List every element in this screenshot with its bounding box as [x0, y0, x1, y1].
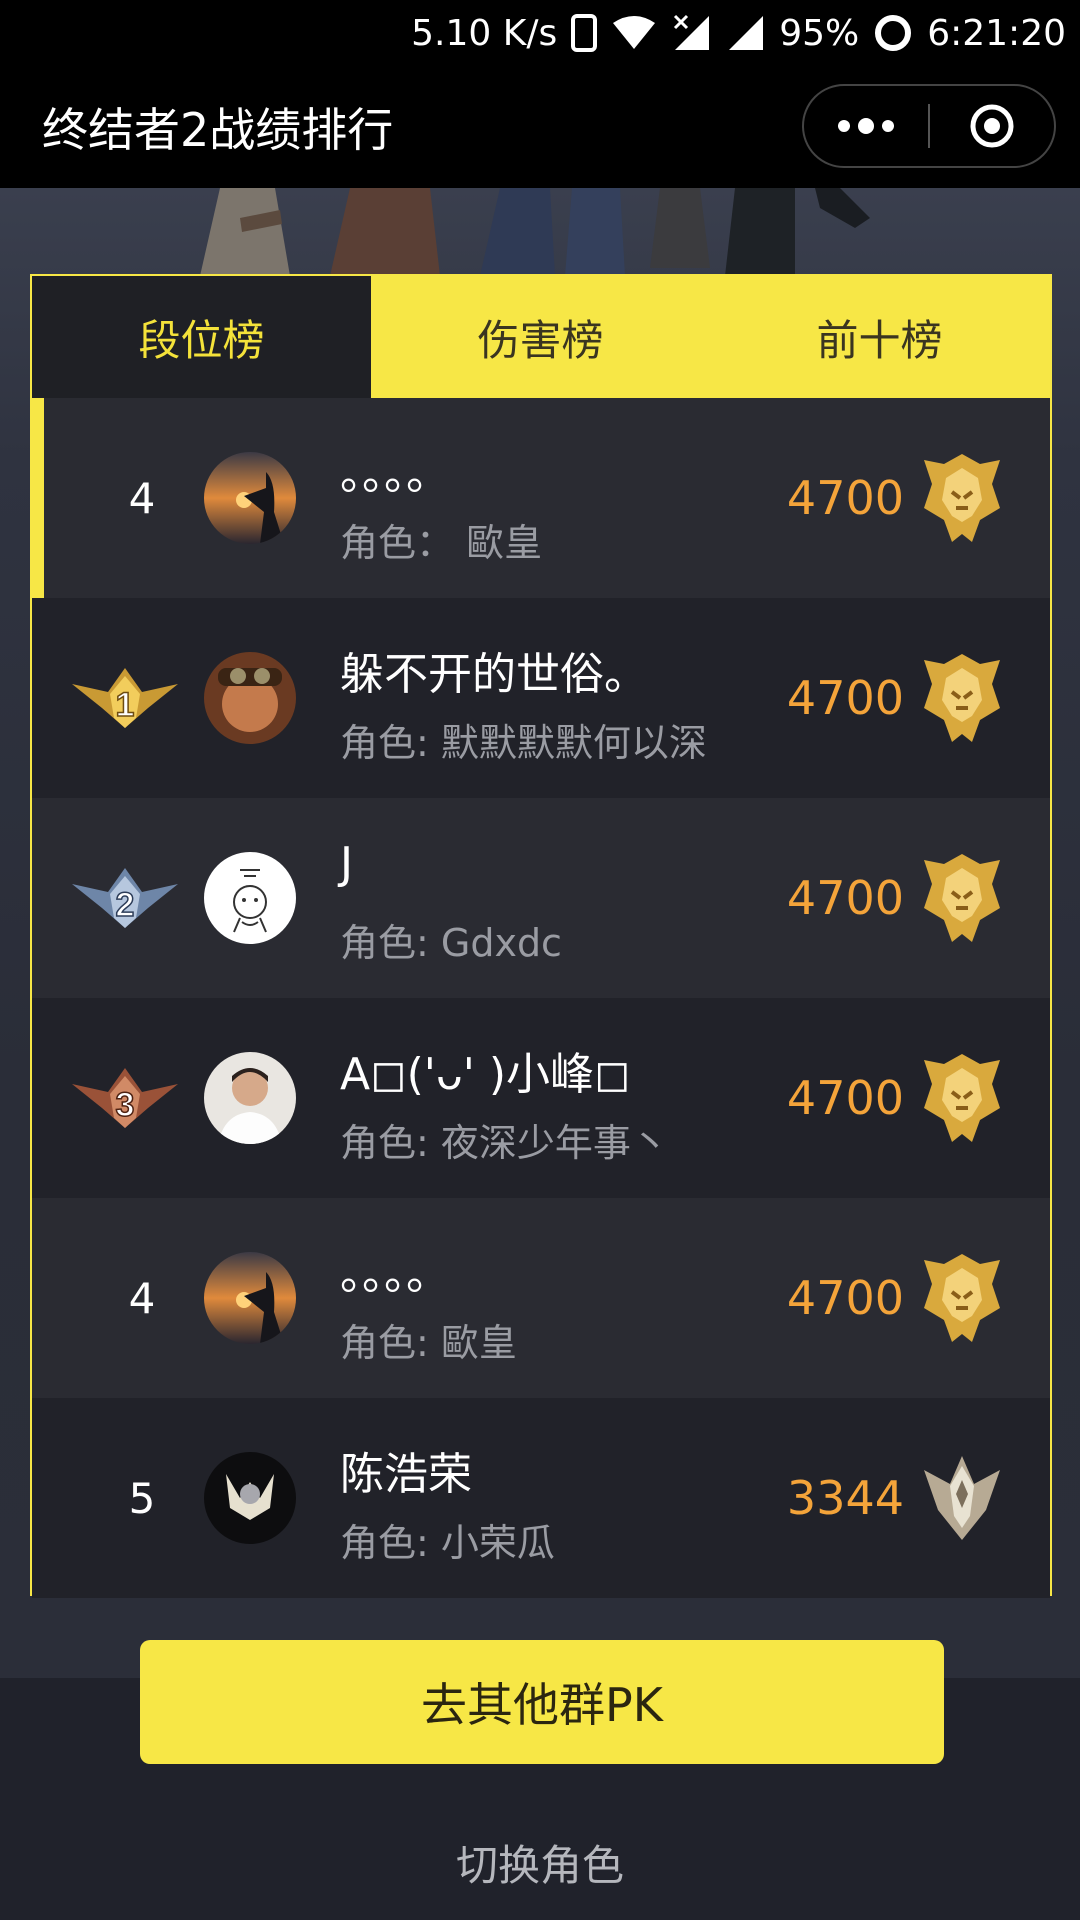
rank-number: 5 [128, 1473, 156, 1523]
player-name: 。。。。 [340, 1249, 450, 1300]
player-name: J [340, 838, 353, 889]
leaderboard-row-self[interactable]: 4 。。。。 角色： 歐皇 4700 [32, 398, 1050, 598]
player-role: 角色: 歐皇 [340, 1321, 517, 1365]
silver-wing-badge-icon [924, 1456, 1000, 1540]
rank-score: 4700 [786, 871, 904, 925]
silver-medal-icon: 2 [72, 868, 178, 928]
player-name: 陈浩荣 [340, 1449, 472, 1500]
pk-other-group-button[interactable]: 去其他群PK [140, 1640, 944, 1764]
battery-percent: 95% [779, 12, 860, 54]
mini-program-capsule [802, 84, 1056, 168]
player-role: 角色: Gdxdc [340, 921, 562, 965]
app-header: 终结者2战绩排行 [0, 66, 1080, 188]
leaderboard-list: 4 。。。。 角色： 歐皇 4700 1 躲不开的世俗。 角色: 默默默默何以深… [32, 398, 1050, 1598]
rank-score: 4700 [786, 1271, 904, 1325]
more-dots-icon[interactable] [804, 86, 928, 166]
signal-off-icon [671, 13, 711, 53]
clock: 6:21:20 [927, 12, 1066, 54]
gold-lion-badge-icon [924, 654, 1000, 742]
rank-score: 4700 [786, 671, 904, 725]
player-name: 躲不开的世俗。 [340, 649, 648, 700]
leaderboard-row[interactable]: 2 J 角色: Gdxdc 4700 [32, 798, 1050, 998]
tab-rank[interactable]: 段位榜 [32, 276, 371, 398]
target-icon[interactable] [930, 86, 1054, 166]
svg-text:2: 2 [116, 886, 135, 924]
signal-icon [725, 13, 765, 53]
leaderboard-card: 段位榜 伤害榜 前十榜 4 。。。。 角色： 歐皇 4700 1 躲不开的世俗。… [30, 274, 1052, 1598]
page-title: 终结者2战绩排行 [42, 103, 394, 157]
gold-lion-badge-icon [924, 854, 1000, 942]
rank-number: 4 [128, 1273, 156, 1323]
player-role: 角色: 默默默默何以深 [340, 721, 707, 765]
svg-text:3: 3 [116, 1086, 135, 1124]
bronze-medal-icon: 3 [72, 1068, 178, 1128]
gold-lion-badge-icon [924, 1254, 1000, 1342]
player-name: 。。。。 [340, 449, 450, 500]
player-name: A◻('ᴗ' )小峰◻ [340, 1049, 631, 1100]
avatar [204, 852, 296, 944]
leaderboard-row[interactable]: 4 。。。。 角色: 歐皇 4700 [32, 1198, 1050, 1398]
tab-damage[interactable]: 伤害榜 [371, 276, 710, 398]
tab-top-ten[interactable]: 前十榜 [710, 276, 1049, 398]
rank-score: 3344 [786, 1471, 904, 1525]
avatar [204, 1252, 296, 1344]
wifi-icon [611, 13, 657, 53]
leaderboard-row[interactable]: 3 A◻('ᴗ' )小峰◻ 角色: 夜深少年事丶 4700 [32, 998, 1050, 1198]
rank-number: 4 [128, 473, 156, 523]
avatar [204, 452, 296, 544]
player-role: 角色: 夜深少年事丶 [340, 1121, 669, 1165]
gold-lion-badge-icon [924, 454, 1000, 542]
player-role: 角色: 小荣瓜 [340, 1521, 555, 1565]
rank-score: 4700 [786, 471, 904, 525]
hero-characters-image [200, 188, 870, 276]
player-role: 角色： 歐皇 [340, 521, 543, 565]
leaderboard-row[interactable]: 1 躲不开的世俗。 角色: 默默默默何以深 4700 [32, 598, 1050, 798]
battery-ring-icon [873, 13, 913, 53]
switch-role-link[interactable]: 切换角色 [0, 1832, 1080, 1892]
gold-medal-icon: 1 [72, 668, 178, 728]
avatar [204, 1052, 296, 1144]
network-speed: 5.10 K/s [411, 12, 558, 54]
gold-lion-badge-icon [924, 1054, 1000, 1142]
leaderboard-row[interactable]: 5 陈浩荣 角色: 小荣瓜 3344 [32, 1398, 1050, 1598]
avatar [204, 652, 296, 744]
svg-text:1: 1 [116, 686, 135, 724]
phone-icon [571, 13, 598, 53]
rank-score: 4700 [786, 1071, 904, 1125]
leaderboard-tabs: 段位榜 伤害榜 前十榜 [32, 276, 1050, 398]
avatar [204, 1452, 296, 1544]
status-bar: 5.10 K/s 95% 6:21:20 [0, 0, 1080, 66]
